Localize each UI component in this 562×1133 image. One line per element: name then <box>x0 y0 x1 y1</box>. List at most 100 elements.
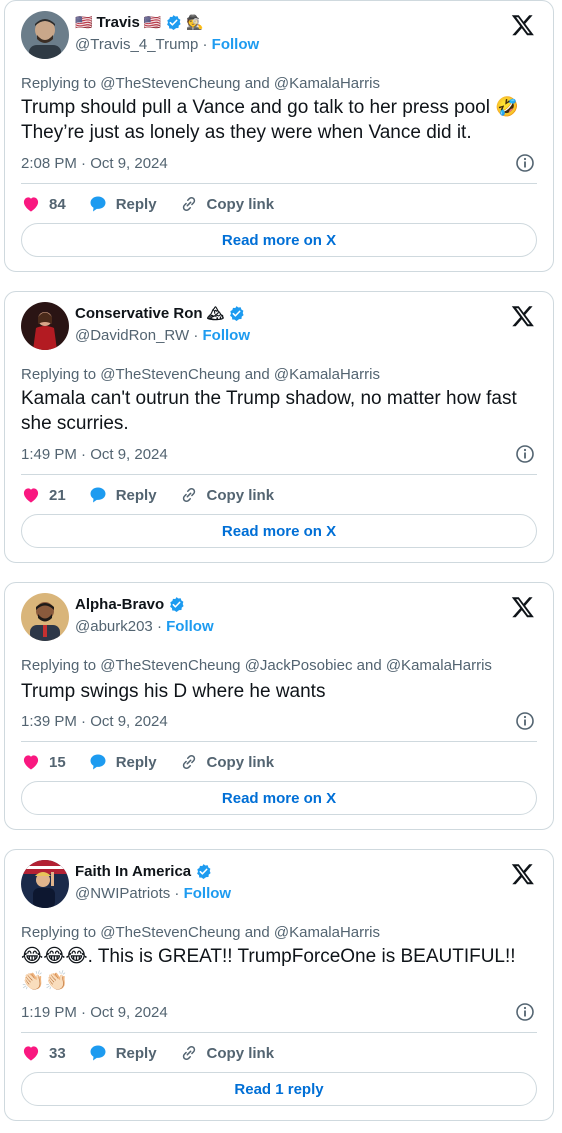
copy-link-label: Copy link <box>206 486 275 504</box>
avatar[interactable] <box>21 302 69 350</box>
info-icon[interactable] <box>515 711 535 731</box>
read-more-button[interactable]: Read more on X <box>21 223 537 257</box>
like-count: 84 <box>49 195 66 213</box>
replying-to: Replying to @TheStevenCheung and @Kamala… <box>21 366 380 383</box>
tweet-header: 🇺🇸 Travis 🇺🇸 🕵 @Travis_4_Trump · Follow <box>21 11 537 63</box>
avatar[interactable] <box>21 11 69 59</box>
x-logo-icon[interactable] <box>511 13 535 37</box>
reply-button[interactable]: Reply <box>88 752 157 772</box>
tweet-text: Trump swings his D where he wants <box>21 681 326 702</box>
reply-label: Reply <box>115 486 157 504</box>
follow-link[interactable]: Follow <box>203 327 251 344</box>
tweet-header: Alpha-Bravo @aburk203 · Follow <box>21 593 537 645</box>
detective-emoji: 🕵 <box>186 14 204 31</box>
tweet-timestamp[interactable]: 2:08 PM · Oct 9, 2024 <box>21 155 168 172</box>
action-bar: 21 Reply Copy link <box>21 485 296 505</box>
heart-icon <box>23 1046 39 1061</box>
info-icon[interactable] <box>515 444 535 464</box>
tweet-header: Conservative Ron 🏔 @DavidRon_RW · Follow <box>21 302 537 354</box>
reply-bubble-icon <box>90 754 106 770</box>
divider <box>21 474 537 475</box>
reply-bubble-icon <box>90 487 106 503</box>
tweet-text: Trump should pull a Vance and go talk to… <box>21 97 519 143</box>
tweet-card-2: Conservative Ron 🏔 @DavidRon_RW · Follow… <box>4 291 554 563</box>
link-icon <box>182 487 195 503</box>
verified-badge-icon <box>167 15 181 30</box>
follow-link[interactable]: Follow <box>212 36 260 53</box>
like-count: 15 <box>49 753 66 771</box>
link-icon <box>182 754 195 770</box>
heart-icon <box>23 755 39 770</box>
copy-link-button[interactable]: Copy link <box>179 485 275 505</box>
user-handle[interactable]: @DavidRon_RW <box>75 327 189 344</box>
flag-emoji: 🇺🇸 <box>143 14 162 31</box>
reply-button[interactable]: Reply <box>88 1043 157 1063</box>
replying-to: Replying to @TheStevenCheung and @Kamala… <box>21 75 380 92</box>
action-bar: 15 Reply Copy link <box>21 752 296 772</box>
reply-bubble-icon <box>90 1045 106 1061</box>
avatar[interactable] <box>21 593 69 641</box>
display-name[interactable]: Travis <box>96 14 139 31</box>
copy-link-label: Copy link <box>206 753 275 771</box>
display-name[interactable]: Alpha-Bravo <box>75 596 164 613</box>
copy-link-button[interactable]: Copy link <box>179 194 275 214</box>
display-name-row[interactable]: Conservative Ron 🏔 <box>75 305 245 322</box>
x-logo-icon[interactable] <box>511 304 535 328</box>
follow-link[interactable]: Follow <box>166 618 214 635</box>
reply-label: Reply <box>115 195 157 213</box>
copy-link-button[interactable]: Copy link <box>179 752 275 772</box>
x-logo-icon[interactable] <box>511 862 535 886</box>
copy-link-label: Copy link <box>206 195 275 213</box>
display-name[interactable]: Conservative Ron <box>75 305 203 322</box>
reply-bubble-icon <box>90 196 106 212</box>
x-logo-icon[interactable] <box>511 595 535 619</box>
user-handle[interactable]: @NWIPatriots <box>75 885 170 902</box>
action-bar: 84 Reply Copy link <box>21 194 296 214</box>
like-button[interactable]: 33 <box>21 1043 66 1063</box>
tweet-card-1: 🇺🇸 Travis 🇺🇸 🕵 @Travis_4_Trump · Follow … <box>4 0 554 272</box>
like-button[interactable]: 84 <box>21 194 66 214</box>
tweet-text: Kamala can't outrun the Trump shadow, no… <box>21 388 517 434</box>
user-handle[interactable]: @aburk203 <box>75 618 153 635</box>
display-name-row[interactable]: Faith In America <box>75 863 212 880</box>
read-replies-button[interactable]: Read 1 reply <box>21 1072 537 1106</box>
reply-label: Reply <box>115 1044 157 1062</box>
tweet-card-3: Alpha-Bravo @aburk203 · Follow Replying … <box>4 582 554 830</box>
handle-row: @DavidRon_RW · Follow <box>75 327 250 344</box>
verified-badge-icon <box>197 864 211 879</box>
divider <box>21 1032 537 1033</box>
handle-row: @Travis_4_Trump · Follow <box>75 36 260 53</box>
action-bar: 33 Reply Copy link <box>21 1043 296 1063</box>
verified-badge-icon <box>230 306 244 321</box>
tweet-timestamp[interactable]: 1:49 PM · Oct 9, 2024 <box>21 446 168 463</box>
tweet-header: Faith In America @NWIPatriots · Follow <box>21 860 537 912</box>
tweet-timestamp[interactable]: 1:39 PM · Oct 9, 2024 <box>21 713 168 730</box>
copy-link-button[interactable]: Copy link <box>179 1043 275 1063</box>
flag-emoji: 🇺🇸 <box>75 14 93 31</box>
reply-button[interactable]: Reply <box>88 194 157 214</box>
copy-link-label: Copy link <box>206 1044 275 1062</box>
display-name[interactable]: Faith In America <box>75 863 191 880</box>
verified-badge-icon <box>170 597 184 612</box>
tweet-card-4: Faith In America @NWIPatriots · Follow R… <box>4 849 554 1121</box>
info-icon[interactable] <box>515 1002 535 1022</box>
avatar[interactable] <box>21 860 69 908</box>
heart-icon <box>23 197 39 212</box>
reply-button[interactable]: Reply <box>88 485 157 505</box>
reply-label: Reply <box>115 753 157 771</box>
follow-link[interactable]: Follow <box>184 885 232 902</box>
display-name-row[interactable]: 🇺🇸 Travis 🇺🇸 🕵 <box>75 14 204 31</box>
link-icon <box>182 1045 195 1061</box>
like-count: 21 <box>49 486 66 504</box>
read-more-button[interactable]: Read more on X <box>21 514 537 548</box>
user-handle[interactable]: @Travis_4_Trump <box>75 36 198 53</box>
heart-icon <box>23 488 39 503</box>
like-button[interactable]: 21 <box>21 485 66 505</box>
display-name-row[interactable]: Alpha-Bravo <box>75 596 185 613</box>
tweet-timestamp[interactable]: 1:19 PM · Oct 9, 2024 <box>21 1004 168 1021</box>
like-button[interactable]: 15 <box>21 752 66 772</box>
read-more-button[interactable]: Read more on X <box>21 781 537 815</box>
info-icon[interactable] <box>515 153 535 173</box>
replying-to: Replying to @TheStevenCheung and @Kamala… <box>21 924 380 941</box>
divider <box>21 183 537 184</box>
